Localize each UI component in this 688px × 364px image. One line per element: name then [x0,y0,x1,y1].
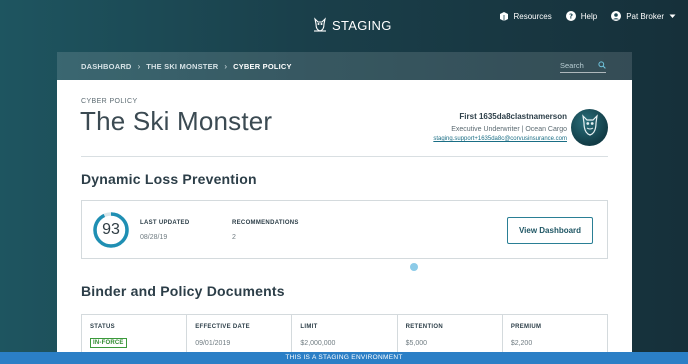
logo-text: STAGING [332,17,392,33]
help-icon: ? [565,11,576,21]
docs-section-title: Binder and Policy Documents [81,283,285,299]
avatar [571,109,608,146]
recommendations-label: RECOMMENDATIONS [232,220,299,226]
search-box[interactable] [560,58,606,73]
last-updated-value: 08/28/19 [140,234,168,241]
user-icon [611,11,622,21]
user-nav: Resources ? Help Pat Broker [485,11,677,21]
resources-icon [499,11,509,21]
column-header: RETENTION [405,324,443,330]
column-header: PREMIUM [510,324,542,330]
breadcrumb: DASHBOARD › THE SKI MONSTER › CYBER POLI… [57,52,632,80]
chevron-right-icon: › [224,61,228,71]
breadcrumb-dashboard[interactable]: DASHBOARD [81,62,132,71]
chevron-right-icon: › [137,61,141,71]
column-header: STATUS [90,324,115,330]
top-navigation: STAGING Resources ? Help Pat Broker [0,0,688,52]
search-icon[interactable] [598,56,606,74]
svg-text:?: ? [569,13,573,21]
owl-avatar-icon [579,113,601,142]
nav-user-menu[interactable]: Pat Broker [611,11,676,21]
staging-environment-banner: THIS IS A STAGING ENVIRONMENT [0,352,688,364]
column-header: EFFECTIVE DATE [195,324,250,330]
nav-help-label: Help [580,11,598,21]
dlp-section-title: Dynamic Loss Prevention [81,171,257,187]
limit-value: $2,000,000 [300,340,336,347]
score-gauge: 93 [92,211,130,249]
owl-logo-icon [312,17,328,33]
effective-date-value: 09/01/2019 [195,340,231,347]
breadcrumb-cyber-policy: CYBER POLICY [233,61,292,71]
underwriter-email-link[interactable]: staging.support+1635da8c@corvusinsurance… [433,136,567,142]
search-input[interactable] [560,60,592,70]
user-name-label: Pat Broker [626,11,664,21]
nav-resources[interactable]: Resources [499,11,552,21]
view-dashboard-button[interactable]: View Dashboard [507,217,593,244]
policy-main-panel: CYBER POLICY The Ski Monster First 1635d… [57,80,632,364]
page-title: The Ski Monster [80,106,273,136]
loading-indicator [410,263,418,271]
retention-value: $5,000 [405,340,428,347]
score-value: 93 [102,221,120,238]
underwriter-name: First 1635da8clastnamerson [459,112,567,121]
underwriter-info: First 1635da8clastnamerson Executive Und… [433,112,567,142]
chevron-down-icon [669,14,676,19]
premium-value: $2,200 [510,340,533,347]
nav-help[interactable]: ? Help [565,11,598,21]
policy-type-label: CYBER POLICY [81,98,138,105]
recommendations-value: 2 [232,234,236,241]
dlp-summary-card: 93 LAST UPDATED 08/28/19 RECOMMENDATIONS… [81,200,608,259]
underwriter-title: Executive Underwriter | Ocean Cargo [451,126,567,133]
breadcrumb-the-ski-monster[interactable]: THE SKI MONSTER [146,62,218,71]
status-badge: IN-FORCE [90,338,127,348]
column-header: LIMIT [300,324,318,330]
last-updated-label: LAST UPDATED [140,220,190,226]
staging-logo[interactable]: STAGING [312,17,392,33]
header-divider [81,156,608,157]
nav-resources-label: Resources [513,11,552,21]
